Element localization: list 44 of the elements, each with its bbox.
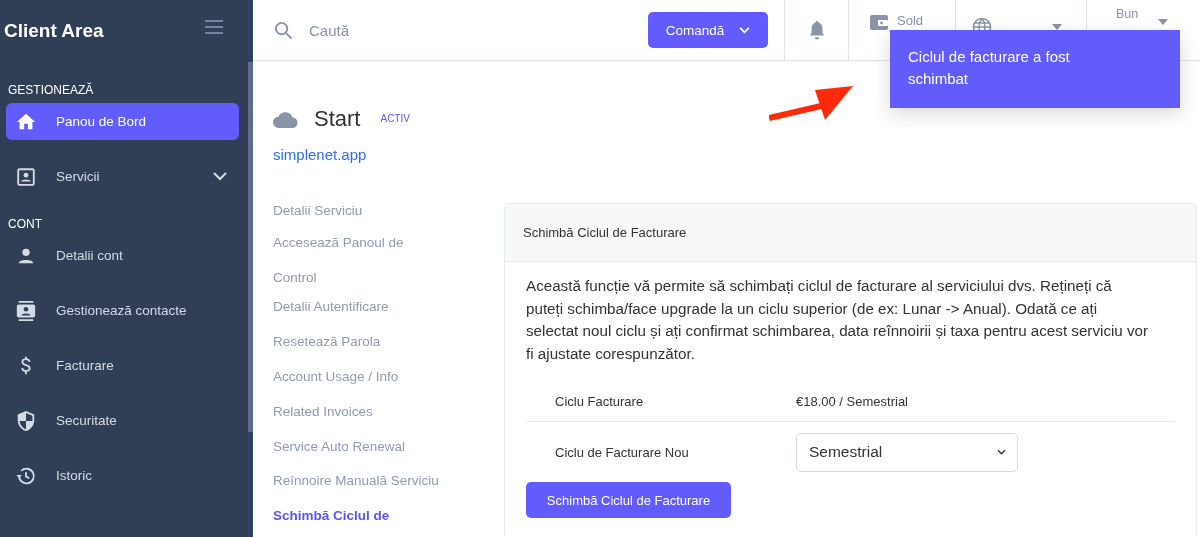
order-button[interactable]: Comandă	[648, 12, 768, 48]
menu-icon[interactable]	[205, 19, 223, 34]
toast-message: Ciclul de facturare a fost schimbat	[908, 48, 1070, 87]
caret-icon[interactable]	[1158, 19, 1168, 25]
shield-icon	[15, 409, 37, 432]
section-heading: CONT	[8, 217, 43, 231]
service-menu-link[interactable]: Service Auto Renewal	[273, 434, 504, 470]
scrollbar[interactable]	[248, 62, 253, 432]
sidebar-item[interactable]: Istoric	[6, 457, 239, 494]
app-title: Client Area	[4, 19, 104, 42]
service-menu-link[interactable]: Detalii Autentificare	[273, 295, 504, 331]
cloud-icon	[273, 110, 298, 128]
wallet-icon	[869, 13, 889, 31]
search-field[interactable]: Caută	[307, 20, 641, 40]
service-menu-link[interactable]: Reînnoire Manuală Serviciu	[273, 469, 504, 505]
greeting-text: Bun	[1116, 7, 1140, 22]
service-menu-link[interactable]: Resetează Parola	[273, 330, 504, 365]
service-menu-link[interactable]: Account Usage / Info	[273, 365, 504, 400]
sidebar-item[interactable]: Securitate	[6, 402, 239, 439]
field-label: Ciclu Facturare	[555, 393, 645, 409]
billing-cycle-dropdown[interactable]: Semestrial	[796, 432, 1018, 472]
balance-label: Sold	[897, 13, 924, 28]
field-value: €18.00 / Semestrial	[796, 393, 908, 409]
search-icon	[274, 20, 293, 40]
sidebar-item[interactable]: Detalii cont	[6, 237, 239, 274]
caret-icon	[739, 26, 751, 34]
domain-link[interactable]: simplenet.app	[273, 146, 1200, 163]
status-label: ACTIV	[380, 112, 410, 124]
description-text: Această funcție vă permite să schimbați ciclul de facturare al serviciului dvs. Rețineți că puteți schimba/face upgrade la un ciclu superior (de ex: Lunar -> Anual). Odată ce ați selectat noul ciclu și ați confirmat schimbarea, data reînnoirii și taxa pentru acest serviciu vor fi ajustate corespunzător.	[526, 276, 1150, 364]
field-label: Ciclu de Facturare Nou	[555, 444, 690, 460]
sidebar-item[interactable]: Servicii	[6, 158, 239, 195]
contacts-icon	[15, 299, 37, 322]
service-menu-link[interactable]: Schimbă Ciclul de	[273, 504, 504, 537]
chevron-down-icon	[997, 449, 1006, 455]
sidebar-item[interactable]: Gestionează contacte	[6, 292, 239, 329]
card-title: Schimbă Ciclul de Facturare	[523, 225, 687, 240]
service-menu-link[interactable]: Related Invoices	[273, 399, 504, 435]
sidebar-item[interactable]: Panou de Bord	[6, 103, 239, 140]
service-title: Start	[314, 106, 361, 132]
section-heading: GESTIONEAZĂ	[8, 83, 95, 97]
bell-icon[interactable]	[807, 20, 826, 40]
change-cycle-button[interactable]: Schimbă Ciclul de Facturare	[526, 482, 731, 518]
sidebar-item[interactable]: Facturare	[6, 347, 239, 384]
id-card-icon	[15, 165, 37, 188]
